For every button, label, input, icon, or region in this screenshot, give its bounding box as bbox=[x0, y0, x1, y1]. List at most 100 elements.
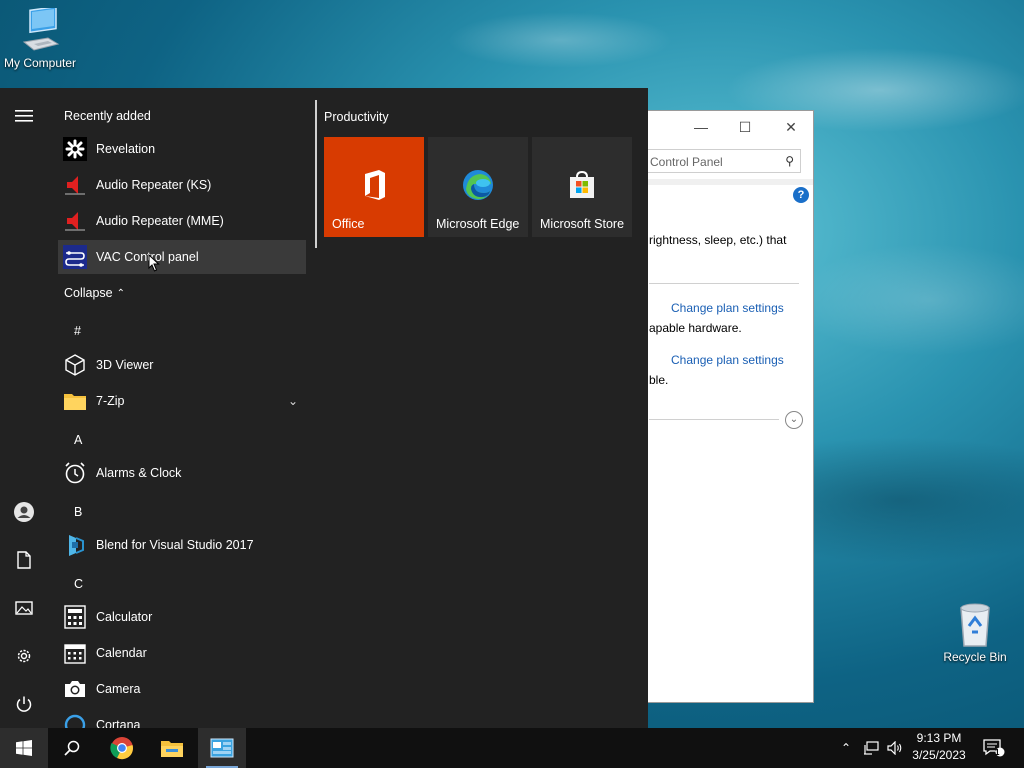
cortana-icon bbox=[62, 712, 88, 728]
app-label: Audio Repeater (KS) bbox=[96, 178, 212, 192]
search-placeholder: Control Panel bbox=[650, 155, 723, 169]
app-label: Camera bbox=[96, 682, 141, 696]
list-item-calculator[interactable]: Calculator bbox=[58, 600, 306, 634]
clock[interactable]: 9:13 PM 3/25/2023 bbox=[904, 730, 974, 764]
list-item-3d-viewer[interactable]: 3D Viewer bbox=[58, 348, 306, 382]
start-menu: Recently added Revelation Audio Repeater… bbox=[0, 88, 648, 728]
list-item-revelation[interactable]: Revelation bbox=[58, 132, 306, 166]
expand-chevron-icon[interactable]: ⌄ bbox=[785, 411, 803, 429]
settings-gear-icon[interactable] bbox=[12, 644, 36, 668]
chevron-up-icon: ⌃ bbox=[116, 287, 126, 299]
windows-logo-icon bbox=[16, 740, 32, 756]
list-item-audio-repeater-mme[interactable]: Audio Repeater (MME) bbox=[58, 204, 306, 238]
user-account-icon[interactable] bbox=[12, 500, 36, 524]
notification-count-badge: 1 bbox=[995, 748, 1000, 757]
action-center-button[interactable]: 1 bbox=[980, 728, 1008, 768]
group-header-hash[interactable]: # bbox=[74, 324, 81, 338]
documents-icon[interactable] bbox=[12, 548, 36, 572]
divider bbox=[649, 419, 779, 420]
taskbar: ⌃ 9:13 PM 3/25/2023 1 bbox=[0, 728, 1024, 768]
help-icon[interactable]: ? bbox=[793, 187, 809, 203]
list-item-camera[interactable]: Camera bbox=[58, 672, 306, 706]
my-computer-label: My Computer bbox=[3, 56, 77, 70]
control-panel-icon bbox=[210, 738, 234, 758]
tile-label: Microsoft Store bbox=[540, 217, 625, 231]
app-label: Calculator bbox=[96, 610, 153, 624]
app-list: Recently added Revelation Audio Repeater… bbox=[56, 88, 308, 728]
app-label: Blend for Visual Studio 2017 bbox=[96, 538, 254, 552]
notification-icon bbox=[983, 739, 1005, 757]
vac-control-icon bbox=[62, 244, 88, 270]
collapse-label: Collapse bbox=[64, 286, 113, 300]
network-icon bbox=[864, 741, 879, 755]
hamburger-menu-icon[interactable] bbox=[12, 104, 36, 128]
tile-office[interactable]: Office bbox=[324, 137, 424, 237]
calendar-icon bbox=[62, 640, 88, 666]
minimize-button[interactable]: — bbox=[689, 117, 713, 137]
list-item-alarms-clock[interactable]: Alarms & Clock bbox=[58, 456, 306, 490]
edge-icon bbox=[463, 170, 493, 200]
search-icon bbox=[64, 740, 80, 756]
tile-microsoft-store[interactable]: Microsoft Store bbox=[532, 137, 632, 237]
tile-label: Office bbox=[332, 217, 365, 231]
chrome-icon bbox=[110, 737, 133, 760]
list-item-7-zip[interactable]: 7-Zip ⌄ bbox=[58, 384, 306, 418]
taskbar-control-panel[interactable] bbox=[198, 728, 246, 768]
group-header-b[interactable]: B bbox=[74, 505, 82, 519]
change-plan-settings-link-2[interactable]: Change plan settings bbox=[671, 353, 784, 367]
app-label: 3D Viewer bbox=[96, 358, 154, 372]
camera-icon bbox=[62, 676, 88, 702]
taskbar-file-explorer[interactable] bbox=[148, 728, 196, 768]
start-button[interactable] bbox=[0, 728, 48, 768]
clock-date: 3/25/2023 bbox=[912, 748, 966, 762]
tile-label: Microsoft Edge bbox=[436, 217, 520, 231]
maximize-button[interactable]: ☐ bbox=[733, 117, 757, 137]
plan-description-1: apable hardware. bbox=[649, 321, 742, 335]
store-icon bbox=[570, 170, 594, 198]
group-header-c[interactable]: C bbox=[74, 577, 83, 591]
list-item-cortana[interactable]: Cortana bbox=[58, 708, 306, 728]
blend-icon bbox=[62, 532, 88, 558]
pictures-icon[interactable] bbox=[12, 596, 36, 620]
close-button[interactable]: ✕ bbox=[779, 117, 803, 137]
app-label: Calendar bbox=[96, 646, 147, 660]
clock-time: 9:13 PM bbox=[916, 731, 962, 745]
volume-button[interactable] bbox=[884, 728, 906, 768]
my-computer-desktop-icon[interactable]: My Computer bbox=[0, 8, 80, 70]
recycle-bin-desktop-icon[interactable]: Recycle Bin bbox=[935, 600, 1015, 664]
search-button[interactable] bbox=[48, 728, 96, 768]
chevron-down-icon[interactable]: ⌄ bbox=[288, 394, 298, 408]
app-label: Audio Repeater (MME) bbox=[96, 214, 224, 228]
folder-icon bbox=[62, 388, 88, 414]
scroll-divider bbox=[315, 100, 317, 248]
power-description-text: rightness, sleep, etc.) that bbox=[649, 233, 787, 247]
list-item-vac-control-panel[interactable]: VAC Control panel bbox=[58, 240, 306, 274]
app-label: 7-Zip bbox=[96, 394, 125, 408]
power-icon[interactable] bbox=[12, 692, 36, 716]
change-plan-settings-link-1[interactable]: Change plan settings bbox=[671, 301, 784, 315]
list-item-blend-for-visual-studio[interactable]: Blend for Visual Studio 2017 bbox=[58, 528, 306, 562]
chevron-up-icon: ⌃ bbox=[840, 741, 852, 755]
speaker-icon bbox=[887, 741, 902, 755]
file-explorer-icon bbox=[161, 741, 183, 757]
audio-repeater-icon bbox=[62, 172, 88, 198]
search-icon[interactable]: ⚲ bbox=[785, 154, 794, 168]
tile-microsoft-edge[interactable]: Microsoft Edge bbox=[428, 137, 528, 237]
office-icon bbox=[365, 170, 385, 200]
revelation-icon bbox=[62, 136, 88, 162]
group-header-a[interactable]: A bbox=[74, 433, 82, 447]
taskbar-chrome[interactable] bbox=[98, 728, 146, 768]
productivity-group-header[interactable]: Productivity bbox=[324, 110, 389, 124]
list-item-calendar[interactable]: Calendar bbox=[58, 636, 306, 670]
recycle-bin-label: Recycle Bin bbox=[943, 650, 1007, 664]
show-hidden-icons-button[interactable]: ⌃ bbox=[836, 728, 856, 768]
3d-viewer-icon bbox=[62, 352, 88, 378]
audio-repeater-icon bbox=[62, 208, 88, 234]
collapse-button[interactable]: Collapse ⌃ bbox=[58, 276, 306, 310]
network-button[interactable] bbox=[860, 728, 882, 768]
list-item-audio-repeater-ks[interactable]: Audio Repeater (KS) bbox=[58, 168, 306, 202]
computer-icon bbox=[22, 8, 60, 51]
recently-added-header: Recently added bbox=[64, 109, 151, 123]
mouse-pointer-icon bbox=[148, 254, 160, 272]
app-label: Alarms & Clock bbox=[96, 466, 182, 480]
